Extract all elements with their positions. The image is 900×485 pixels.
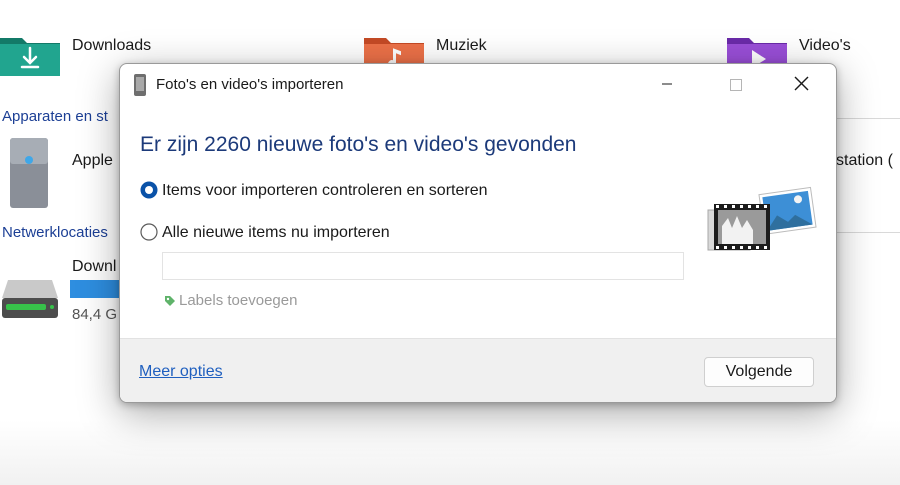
device-right-label[interactable]: station ( <box>836 152 893 170</box>
folder-label: Muziek <box>436 37 487 54</box>
radio-unselected-icon[interactable] <box>140 223 158 241</box>
folder-label: Downloads <box>72 37 152 54</box>
drive-usage-bar <box>70 280 120 298</box>
tag-icon <box>165 296 175 306</box>
import-dialog: Foto's en video's importeren Er zijn 226… <box>119 63 837 403</box>
explorer-bottom-area <box>0 420 900 485</box>
network-section-header[interactable]: Netwerklocaties <box>2 224 108 241</box>
more-options-link[interactable]: Meer opties <box>139 363 223 381</box>
dialog-title: Foto's en video's importeren <box>156 76 344 93</box>
radio-selected-icon[interactable] <box>140 181 158 199</box>
device-label: Apple <box>72 152 113 169</box>
maximize-icon <box>730 79 742 91</box>
close-button[interactable] <box>778 68 824 100</box>
section-divider <box>835 232 900 233</box>
option-label: Items voor importeren controleren en sor… <box>162 182 488 199</box>
dialog-titlebar[interactable]: Foto's en video's importeren <box>120 64 836 104</box>
device-apple[interactable]: Apple <box>0 134 120 210</box>
labels-input[interactable] <box>162 252 684 280</box>
option-label: Alle nieuwe items nu importeren <box>162 224 390 241</box>
phone-device-icon <box>134 74 146 96</box>
download-folder-icon <box>0 38 60 76</box>
photos-videos-icon <box>707 186 817 251</box>
maximize-button[interactable] <box>712 68 758 100</box>
close-icon <box>794 76 809 91</box>
import-headline: Er zijn 2260 nieuwe foto's en video's ge… <box>140 133 577 156</box>
folder-label: Video's <box>799 37 851 54</box>
devices-section-header[interactable]: Apparaten en st <box>2 108 108 125</box>
drive-usage-fill <box>70 280 120 298</box>
dialog-footer: Meer opties Volgende <box>120 338 836 402</box>
device-icon <box>10 138 48 208</box>
drive-label: Downl <box>72 258 117 275</box>
minimize-button[interactable] <box>644 68 690 100</box>
next-button[interactable]: Volgende <box>704 357 814 387</box>
section-divider <box>835 118 900 119</box>
minimize-icon <box>662 83 672 85</box>
add-labels-label: Labels toevoegen <box>179 292 298 309</box>
drive-size: 84,4 G <box>72 306 118 323</box>
drive-icon <box>2 280 58 318</box>
